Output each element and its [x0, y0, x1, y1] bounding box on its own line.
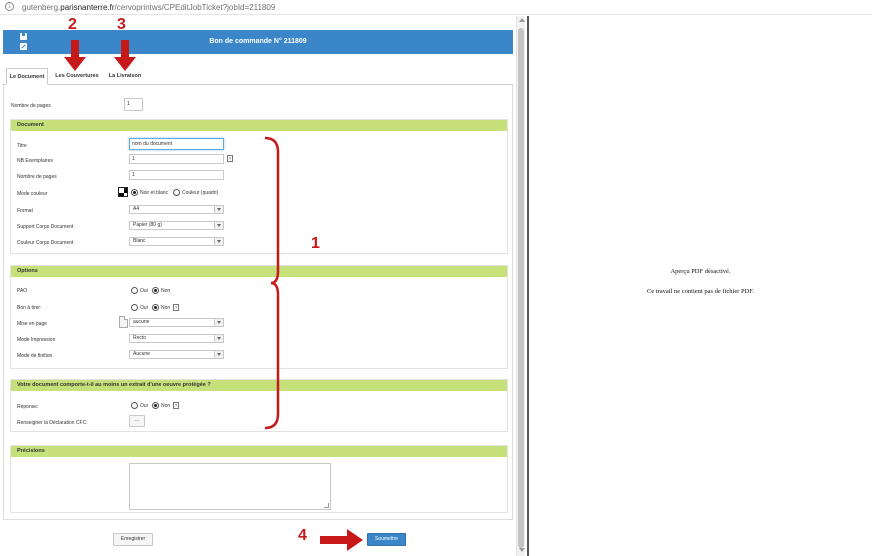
- support-label: Support Corps Document: [17, 224, 74, 230]
- document-section: Document: [10, 119, 508, 254]
- couleur-corps-select[interactable]: Blanc: [129, 237, 224, 246]
- reponse-oui-radio[interactable]: [131, 402, 138, 409]
- couleur-corps-value: Blanc: [133, 238, 146, 244]
- reponse-label: Réponse:: [17, 404, 39, 410]
- reponse-non-label: Non: [161, 403, 171, 409]
- bat-label: Bon à tirer:: [17, 305, 42, 311]
- impression-value: Recto: [133, 335, 147, 341]
- preview-no-pdf-text: Ce travail ne contient pas de fichier PD…: [646, 288, 755, 295]
- color-mode-icon: [118, 187, 128, 197]
- chevron-down-icon: [214, 238, 223, 245]
- options-section-title: Options: [11, 266, 507, 277]
- annotation-1: 1: [311, 235, 320, 252]
- format-value: A4: [133, 206, 140, 212]
- doc-pages-input[interactable]: 1: [129, 170, 224, 180]
- scroll-thumb[interactable]: [518, 28, 524, 548]
- url-path: /cervoprintws/CPEditJobTicket?jobId=2118…: [114, 3, 276, 12]
- pao-oui-radio[interactable]: [131, 287, 138, 294]
- support-select[interactable]: Papier (80 g): [129, 221, 224, 230]
- annotation-4: 4: [298, 527, 307, 544]
- chevron-down-icon: [214, 335, 223, 342]
- reponse-non-radio[interactable]: [152, 402, 159, 409]
- annotation-bracket: [264, 136, 280, 430]
- annotation-3: 3: [117, 16, 126, 33]
- precisions-textarea[interactable]: [129, 463, 331, 510]
- exemplaires-label: NB Exemplaires: [17, 158, 53, 164]
- pao-oui-label: Oui: [140, 288, 148, 294]
- mise-en-page-label: Mise en page: [17, 321, 48, 327]
- format-label: Format: [17, 208, 33, 214]
- annotation-arrow-down-3: [114, 40, 136, 71]
- url-text[interactable]: gutenberg.parisnanterre.fr/cervoprintws/…: [22, 3, 275, 12]
- cfc-label: Renseigner la Déclaration CFC:: [17, 420, 88, 426]
- finition-value: Aucune: [133, 351, 150, 357]
- titre-label: Titre: [17, 143, 27, 149]
- url-prefix: gutenberg.: [22, 3, 61, 12]
- bat-oui-label: Oui: [140, 305, 148, 311]
- nombre-pages-label: Nombre de pages: [11, 103, 51, 109]
- annotation-2: 2: [68, 16, 77, 33]
- exemplaires-input[interactable]: 1: [129, 154, 224, 164]
- pane-divider[interactable]: [527, 16, 529, 556]
- bat-non-label: Non: [161, 305, 171, 311]
- couleur-quadri-label: Couleur (quadri): [182, 190, 219, 196]
- chevron-down-icon: [214, 206, 223, 213]
- url-domain: parisnanterre.fr: [60, 3, 115, 12]
- chevron-down-icon: [214, 351, 223, 358]
- finition-select[interactable]: Aucune: [129, 350, 224, 359]
- bat-help-icon[interactable]: ?: [173, 304, 179, 311]
- mise-en-page-value: aucune: [133, 319, 150, 325]
- support-value: Papier (80 g): [133, 222, 162, 228]
- preview-disabled-text: Aperçu PDF désactivé.: [670, 268, 731, 275]
- chevron-down-icon: [214, 319, 223, 326]
- form-scrollbar[interactable]: [516, 16, 525, 556]
- nombre-pages-top-input[interactable]: 1: [124, 98, 143, 111]
- soumettre-button[interactable]: Soumettre: [367, 533, 406, 546]
- noir-et-blanc-radio[interactable]: [131, 189, 138, 196]
- pao-label: PAO: [17, 288, 28, 294]
- noir-et-blanc-label: Noir et blanc: [140, 190, 169, 196]
- address-bar[interactable]: i gutenberg.parisnanterre.fr/cervoprintw…: [0, 0, 872, 15]
- tab-le-document[interactable]: Le Document: [6, 68, 48, 85]
- reponse-help-icon[interactable]: ?: [173, 402, 179, 409]
- bat-oui-radio[interactable]: [131, 304, 138, 311]
- format-select[interactable]: A4: [129, 205, 224, 214]
- chevron-down-icon: [214, 222, 223, 229]
- document-section-title: Document: [11, 120, 507, 131]
- document-icon: [119, 316, 128, 328]
- impression-label: Mode Impression: [17, 337, 56, 343]
- bat-non-radio[interactable]: [152, 304, 159, 311]
- couleur-quadri-radio[interactable]: [173, 189, 180, 196]
- mode-couleur-label: Mode couleur: [17, 191, 48, 197]
- annotation-arrow-right-4: [320, 529, 363, 551]
- mise-en-page-select[interactable]: aucune: [129, 318, 224, 327]
- enregistrer-button[interactable]: Enregistrer: [113, 533, 153, 546]
- pao-non-label: Non: [161, 288, 171, 294]
- exemplaires-help-icon[interactable]: ?: [227, 155, 233, 162]
- page: i gutenberg.parisnanterre.fr/cervoprintw…: [0, 0, 872, 556]
- impression-select[interactable]: Recto: [129, 334, 224, 343]
- precisions-section-title: Précisions: [11, 446, 507, 457]
- scroll-up-icon[interactable]: [519, 18, 525, 22]
- couleur-corps-label: Couleur Corps Document: [17, 240, 74, 246]
- titre-input[interactable]: nom du document: [129, 138, 224, 150]
- finition-label: Mode de finition: [17, 353, 53, 359]
- annotation-arrow-down-2: [64, 40, 86, 71]
- reponse-oui-label: Oui: [140, 403, 148, 409]
- cfc-button[interactable]: ...: [129, 415, 145, 427]
- scroll-down-icon[interactable]: [519, 548, 525, 552]
- info-icon[interactable]: i: [5, 2, 14, 11]
- pao-non-radio[interactable]: [152, 287, 159, 294]
- protected-section-title: Votre document comporte-t-il au moins un…: [11, 380, 507, 391]
- doc-pages-label: Nombre de pages: [17, 174, 57, 180]
- options-section: Options: [10, 265, 508, 369]
